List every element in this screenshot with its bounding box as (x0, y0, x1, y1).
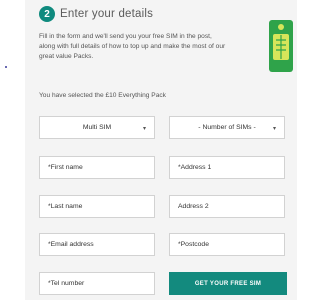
first-name-field[interactable]: *First name (39, 156, 155, 179)
address1-placeholder: *Address 1 (178, 164, 212, 171)
last-name-field[interactable]: *Last name (39, 195, 155, 218)
sim-type-value: Multi SIM (82, 124, 112, 131)
sim-count-select[interactable]: - Number of SIMs - ▾ (169, 116, 285, 139)
tel-field[interactable]: *Tel number (39, 272, 155, 295)
intro-text: Fill in the form and we'll send you your… (39, 33, 226, 60)
sim-type-select[interactable]: Multi SIM ▾ (39, 116, 155, 139)
step-header: 2 Enter your details (39, 4, 153, 24)
tel-placeholder: *Tel number (48, 280, 85, 287)
step-title: Enter your details (60, 8, 154, 20)
address2-field[interactable]: Address 2 (169, 195, 285, 218)
details-panel: 2 Enter your details Fill in the form an… (25, 0, 297, 300)
sim-count-value: - Number of SIMs - (198, 124, 256, 131)
postcode-field[interactable]: *Postcode (169, 233, 285, 256)
chevron-down-icon: ▾ (272, 126, 276, 132)
chevron-down-icon: ▾ (142, 126, 146, 132)
bullet-dot (5, 66, 7, 68)
address2-placeholder: Address 2 (178, 203, 209, 210)
get-free-sim-button[interactable]: GET YOUR FREE SIM (169, 272, 287, 295)
first-name-placeholder: *First name (48, 164, 83, 171)
last-name-placeholder: *Last name (48, 203, 83, 210)
selected-pack-text: You have selected the £10 Everything Pac… (39, 92, 166, 99)
step-number-badge: 2 (39, 6, 55, 22)
email-placeholder: *Email address (48, 241, 94, 248)
postcode-placeholder: *Postcode (178, 241, 209, 248)
address1-field[interactable]: *Address 1 (169, 156, 285, 179)
sim-card-icon (269, 20, 293, 72)
email-field[interactable]: *Email address (39, 233, 155, 256)
